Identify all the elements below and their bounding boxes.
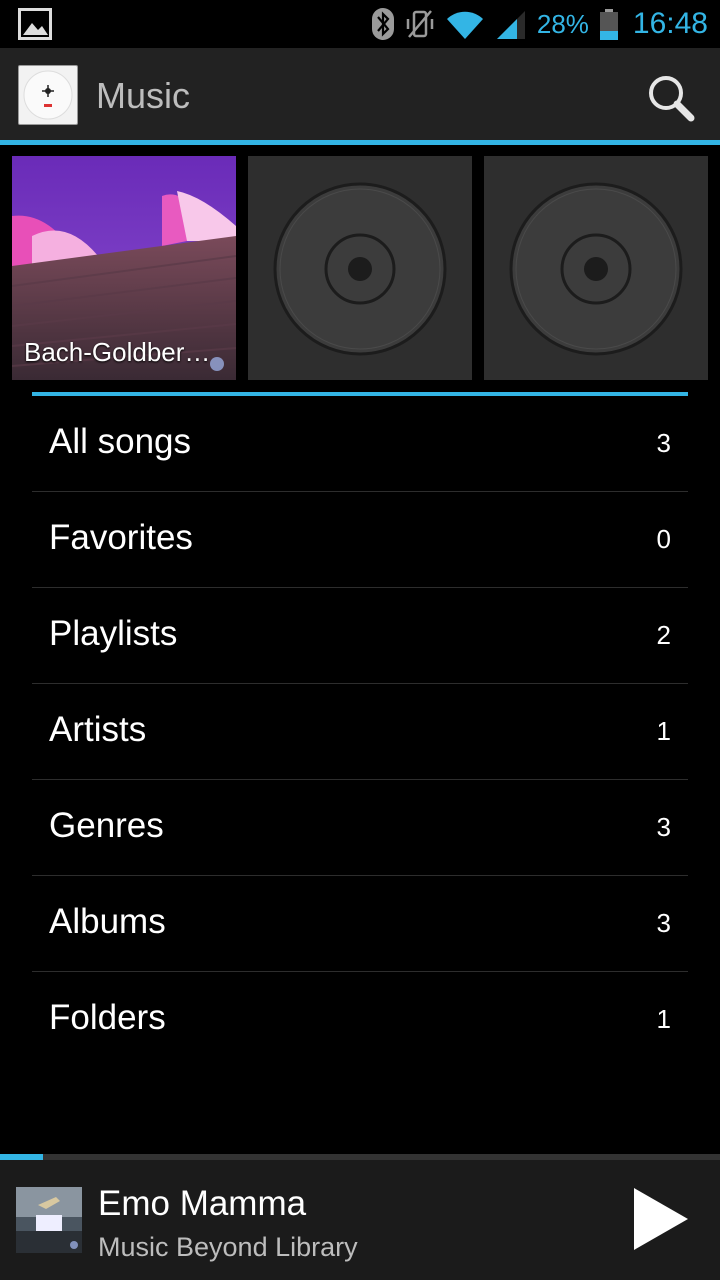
library-item-count: 3 xyxy=(656,812,671,842)
signal-icon xyxy=(496,11,525,39)
default-disc-icon xyxy=(273,182,447,356)
action-bar-underline xyxy=(0,140,720,145)
recent-album-label: Bach-Goldber… xyxy=(24,337,211,367)
action-bar: Music xyxy=(0,48,720,140)
library-item-count: 3 xyxy=(656,908,671,938)
library-item-label: Playlists xyxy=(49,614,178,653)
clock: 16:48 xyxy=(632,7,708,40)
library-item-genres[interactable]: Genres 3 xyxy=(32,780,688,876)
play-icon[interactable] xyxy=(626,1186,692,1252)
recent-albums: Bach-Goldber… xyxy=(0,156,720,380)
wifi-icon xyxy=(446,11,483,40)
library-list: All songs 3 Favorites 0 Playlists 2 Arti… xyxy=(32,396,688,1068)
gallery-icon xyxy=(18,8,52,40)
now-playing-subtitle: Music Beyond Library xyxy=(98,1232,358,1262)
recent-album-tile[interactable]: Bach-Goldber… xyxy=(12,156,236,380)
music-app-icon[interactable] xyxy=(18,65,78,125)
library-item-label: Artists xyxy=(49,710,147,749)
library-item-count: 1 xyxy=(656,1004,671,1034)
status-bar: 28% 16:48 xyxy=(0,0,720,48)
bluetooth-icon xyxy=(371,8,394,40)
library-item-label: Genres xyxy=(49,806,164,845)
recent-album-tile[interactable] xyxy=(248,156,472,380)
library-item-label: All songs xyxy=(49,422,192,461)
vibrate-off-icon xyxy=(406,10,434,38)
search-icon[interactable] xyxy=(642,70,698,126)
library-item-count: 1 xyxy=(656,716,671,746)
library-item-playlists[interactable]: Playlists 2 xyxy=(32,588,688,684)
album-art-thumb xyxy=(16,1187,82,1253)
library-item-albums[interactable]: Albums 3 xyxy=(32,876,688,972)
library-item-label: Folders xyxy=(49,998,166,1037)
page-title: Music xyxy=(96,75,191,116)
library-item-label: Favorites xyxy=(49,518,193,557)
library-item-label: Albums xyxy=(49,902,166,941)
library-item-folders[interactable]: Folders 1 xyxy=(32,972,688,1068)
default-disc-icon xyxy=(509,182,683,356)
library-item-count: 2 xyxy=(656,620,671,650)
library-item-artists[interactable]: Artists 1 xyxy=(32,684,688,780)
battery-icon xyxy=(599,9,618,40)
now-playing-bar[interactable]: Emo Mamma Music Beyond Library xyxy=(0,1160,720,1280)
recent-album-tile[interactable] xyxy=(484,156,708,380)
library-item-count: 3 xyxy=(656,428,671,458)
library-item-all-songs[interactable]: All songs 3 xyxy=(32,396,688,492)
now-playing-title: Emo Mamma xyxy=(98,1184,307,1223)
battery-percent: 28% xyxy=(536,8,589,39)
library-item-favorites[interactable]: Favorites 0 xyxy=(32,492,688,588)
library-item-count: 0 xyxy=(656,524,671,554)
